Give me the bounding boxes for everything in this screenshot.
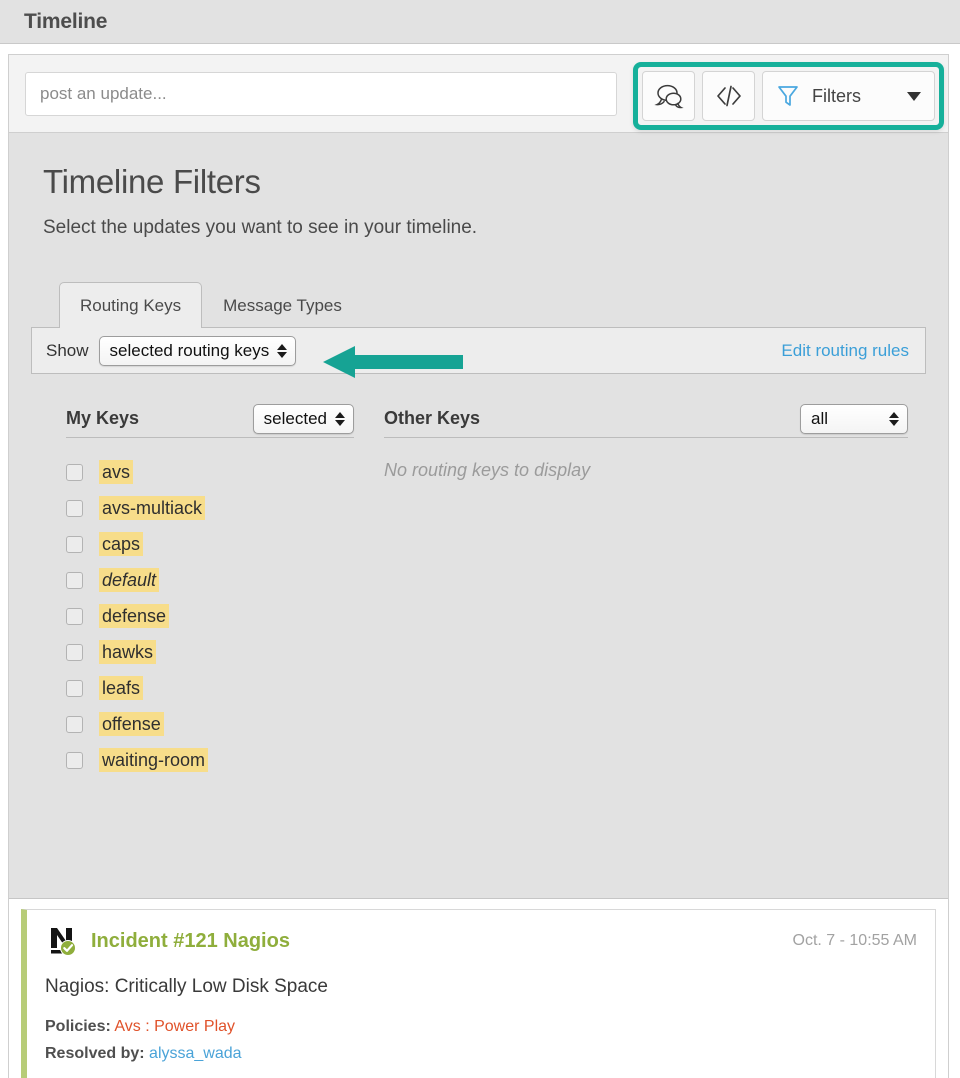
key-label: hawks xyxy=(99,640,156,665)
app-titlebar: Timeline xyxy=(0,0,960,44)
key-label: default xyxy=(99,568,159,593)
key-label: offense xyxy=(99,712,164,737)
filters-title: Timeline Filters xyxy=(43,163,914,201)
filters-subtitle: Select the updates you want to see in yo… xyxy=(43,217,914,239)
policies-value-link[interactable]: Avs : Power Play xyxy=(114,1018,235,1035)
policies-label: Policies: xyxy=(45,1018,111,1035)
my-keys-list: avs avs-multiack caps default xyxy=(66,454,354,778)
my-keys-header: My Keys selected xyxy=(66,404,354,438)
incident-policies-row: Policies: Avs : Power Play xyxy=(45,1018,917,1036)
filters-header: Timeline Filters Select the updates you … xyxy=(9,163,948,239)
incident-card: Incident #121 Nagios Oct. 7 - 10:55 AM N… xyxy=(21,909,936,1078)
my-keys-column: My Keys selected avs avs-m xyxy=(66,404,354,778)
checkbox-hawks[interactable] xyxy=(66,644,83,661)
incident-title-link[interactable]: Incident #121 Nagios xyxy=(91,930,290,953)
show-routing-keys-value: selected routing keys xyxy=(110,341,270,361)
list-item[interactable]: defense xyxy=(66,598,354,634)
list-item[interactable]: leafs xyxy=(66,670,354,706)
keys-columns: My Keys selected avs avs-m xyxy=(9,374,948,778)
checkbox-default[interactable] xyxy=(66,572,83,589)
key-label: leafs xyxy=(99,676,143,701)
checkbox-offense[interactable] xyxy=(66,716,83,733)
show-bar: Show selected routing keys Edit routing … xyxy=(31,327,926,374)
stepper-arrows-icon xyxy=(335,412,345,426)
list-item[interactable]: hawks xyxy=(66,634,354,670)
show-label: Show xyxy=(46,341,89,361)
key-label: avs xyxy=(99,460,133,485)
incident-card-header: Incident #121 Nagios Oct. 7 - 10:55 AM xyxy=(45,924,917,958)
incident-card-body: Incident #121 Nagios Oct. 7 - 10:55 AM N… xyxy=(27,910,935,1069)
list-item[interactable]: caps xyxy=(66,526,354,562)
timeline-filters-panel: Timeline Filters Select the updates you … xyxy=(9,133,948,899)
checkbox-defense[interactable] xyxy=(66,608,83,625)
filter-tabs: Routing Keys Message Types xyxy=(9,281,948,327)
key-label: caps xyxy=(99,532,143,557)
checkbox-caps[interactable] xyxy=(66,536,83,553)
incident-resolved-row: Resolved by: alyssa_wada xyxy=(45,1045,917,1063)
incident-meta: Policies: Avs : Power Play Resolved by: … xyxy=(45,1018,917,1063)
resolved-by-user-link[interactable]: alyssa_wada xyxy=(149,1045,242,1062)
list-item[interactable]: default xyxy=(66,562,354,598)
other-keys-filter-select[interactable]: all xyxy=(800,404,908,434)
other-keys-title: Other Keys xyxy=(384,408,480,429)
filters-button[interactable]: Filters xyxy=(762,71,935,121)
key-label: waiting-room xyxy=(99,748,208,773)
key-label: defense xyxy=(99,604,169,629)
my-keys-filter-select[interactable]: selected xyxy=(253,404,354,434)
list-item[interactable]: avs-multiack xyxy=(66,490,354,526)
key-label: avs-multiack xyxy=(99,496,205,521)
checkbox-leafs[interactable] xyxy=(66,680,83,697)
tab-message-types[interactable]: Message Types xyxy=(202,282,363,328)
other-keys-empty-message: No routing keys to display xyxy=(384,460,908,481)
page-title: Timeline xyxy=(24,10,107,34)
other-keys-header: Other Keys all xyxy=(384,404,908,438)
incident-timestamp: Oct. 7 - 10:55 AM xyxy=(793,932,918,950)
timeline-page: Timeline Timeline Filters Select the upd… xyxy=(0,0,960,1078)
incident-description: Nagios: Critically Low Disk Space xyxy=(45,976,917,998)
stepper-arrows-icon xyxy=(889,412,899,426)
code-button[interactable] xyxy=(702,71,755,121)
timeline-feed: Incident #121 Nagios Oct. 7 - 10:55 AM N… xyxy=(9,899,948,1078)
composer-toolbar: Filters xyxy=(642,71,935,121)
chevron-down-icon xyxy=(907,92,921,101)
list-item[interactable]: avs xyxy=(66,454,354,490)
post-update-input[interactable] xyxy=(25,72,617,116)
resolved-by-label: Resolved by: xyxy=(45,1045,145,1062)
pointer-arrow xyxy=(323,343,465,381)
list-item[interactable]: offense xyxy=(66,706,354,742)
checkbox-avs[interactable] xyxy=(66,464,83,481)
other-keys-filter-value: all xyxy=(811,409,828,429)
list-item[interactable]: waiting-room xyxy=(66,742,354,778)
my-keys-filter-value: selected xyxy=(264,409,327,429)
other-keys-column: Other Keys all No routing keys to displa… xyxy=(384,404,908,778)
show-routing-keys-select[interactable]: selected routing keys xyxy=(99,336,297,366)
chat-bubbles-icon xyxy=(654,83,684,109)
funnel-icon xyxy=(776,83,800,109)
edit-routing-rules-link[interactable]: Edit routing rules xyxy=(781,341,909,361)
timeline-frame: Timeline Filters Select the updates you … xyxy=(8,54,949,1078)
chat-button[interactable] xyxy=(642,71,695,121)
checkbox-avs-multiack[interactable] xyxy=(66,500,83,517)
checkbox-waiting-room[interactable] xyxy=(66,752,83,769)
my-keys-title: My Keys xyxy=(66,408,139,429)
stepper-arrows-icon xyxy=(277,344,287,358)
nagios-logo-icon xyxy=(45,924,79,958)
code-brackets-icon xyxy=(714,83,744,109)
tab-routing-keys[interactable]: Routing Keys xyxy=(59,282,202,328)
filters-button-label: Filters xyxy=(812,86,861,107)
